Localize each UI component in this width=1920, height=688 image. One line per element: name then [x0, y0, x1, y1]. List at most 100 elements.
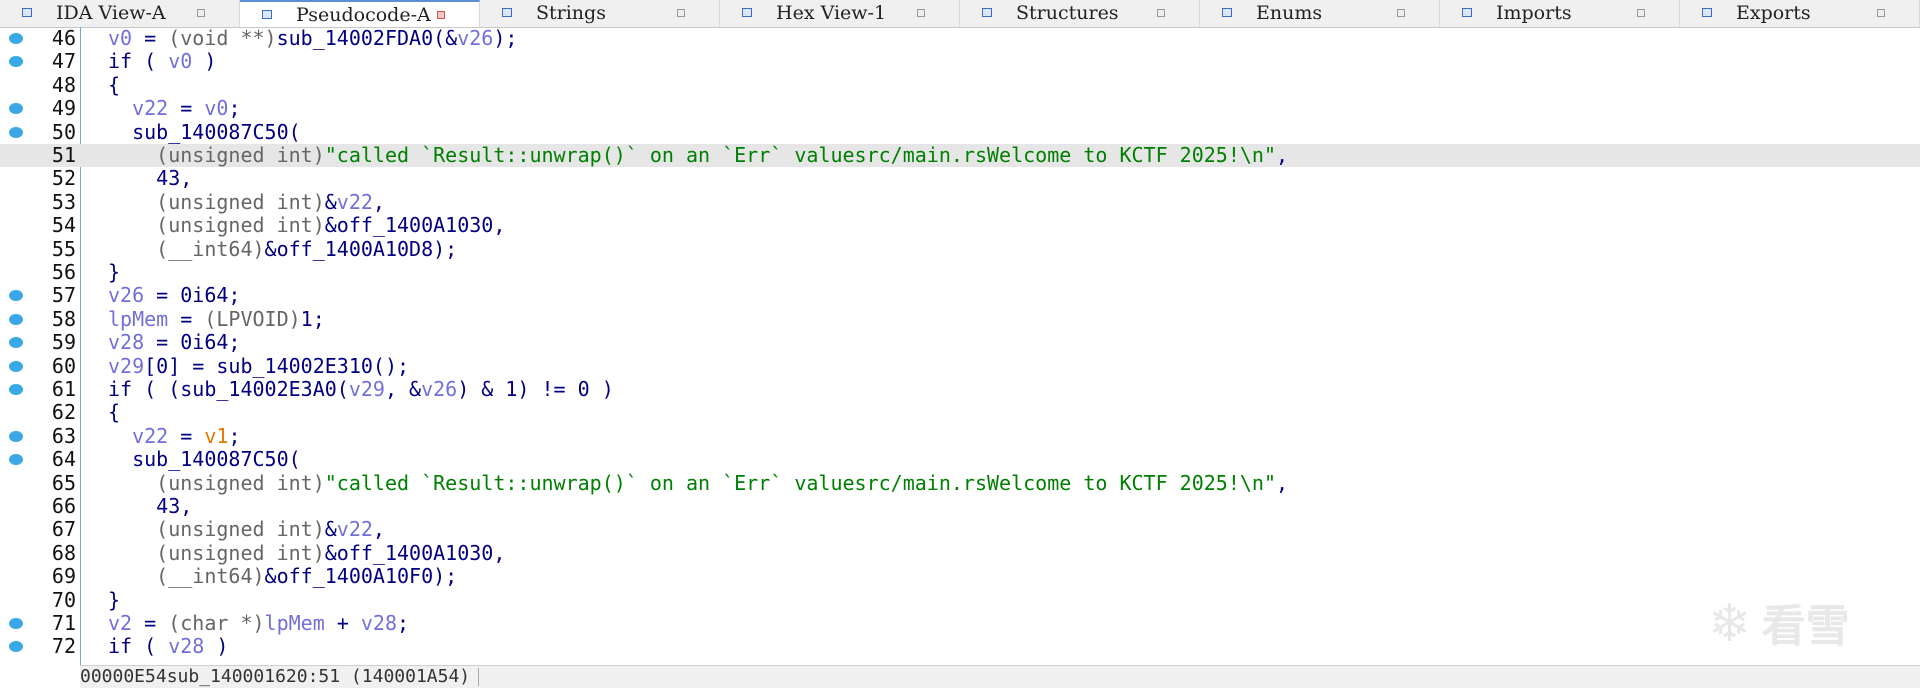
tab-close-icon[interactable]: [1637, 9, 1645, 17]
breakpoint-dot-icon[interactable]: [9, 290, 23, 302]
breakpoint-dot-icon[interactable]: [9, 126, 23, 138]
code-line[interactable]: 69 (__int64)&off_1400A10F0);: [0, 564, 1920, 588]
breakpoint-dot-icon[interactable]: [9, 56, 23, 68]
breakpoint-dot-icon[interactable]: [9, 313, 23, 325]
code-text: (__int64)&off_1400A10D8);: [108, 236, 457, 261]
code-line[interactable]: 61 if ( (sub_14002E3A0(v29, &v26) & 1) !=…: [0, 377, 1920, 401]
code-token[interactable]: v28: [108, 330, 144, 354]
breakpoint-dot-icon[interactable]: [9, 103, 23, 115]
code-token[interactable]: v0: [168, 49, 192, 73]
code-line[interactable]: 68 (unsigned int)&off_1400A1030,: [0, 540, 1920, 565]
breakpoint-dot-icon[interactable]: [9, 337, 23, 349]
line-number: 59: [51, 330, 76, 355]
tab-ida-view-a[interactable]: IDA View-A: [0, 0, 240, 27]
code-line[interactable]: 50 sub_140087C50(: [0, 120, 1920, 144]
line-number: 54: [51, 213, 76, 238]
tab-close-icon[interactable]: [1877, 9, 1885, 17]
code-line[interactable]: 67 (unsigned int)&v22,: [0, 517, 1920, 542]
tab-imports[interactable]: Imports: [1440, 0, 1680, 27]
code-token: {: [108, 72, 121, 97]
code-line[interactable]: 48 {: [0, 72, 1920, 97]
tab-close-icon[interactable]: [677, 9, 685, 17]
breakpoint-dot-icon[interactable]: [9, 430, 23, 442]
code-token[interactable]: v22: [132, 96, 168, 120]
tab-close-icon[interactable]: [1157, 9, 1165, 17]
tab-close-icon[interactable]: [1397, 9, 1405, 17]
code-line[interactable]: 57 v26 = 0i64;: [0, 283, 1920, 307]
code-token[interactable]: v29: [108, 354, 144, 378]
code-line[interactable]: 58 lpMem = (LPVOID)1;: [0, 306, 1920, 331]
code-line[interactable]: 66 43,: [0, 494, 1920, 518]
code-token: = 0i64;: [144, 330, 241, 355]
code-line[interactable]: 55 (__int64)&off_1400A10D8);: [0, 236, 1920, 261]
code-line[interactable]: 60 v29[0] = sub_14002E310();: [0, 354, 1920, 378]
tab-hex-view-1[interactable]: Hex View-1: [720, 0, 960, 27]
code-token[interactable]: v28: [168, 634, 204, 658]
code-token: (unsigned int): [156, 540, 325, 565]
code-token: );: [493, 27, 518, 50]
code-token[interactable]: v2: [108, 611, 132, 635]
tab-close-icon[interactable]: [917, 9, 925, 17]
code-line[interactable]: 63 v22 = v1;: [0, 423, 1920, 448]
code-line[interactable]: 71 v2 = (char *)lpMem + v28;: [0, 611, 1920, 635]
line-number: 67: [51, 517, 76, 542]
code-line[interactable]: 65 (unsigned int)"called `Result::unwrap…: [0, 470, 1920, 495]
code-line[interactable]: 47 if ( v0 ): [0, 49, 1920, 73]
code-line[interactable]: 52 43,: [0, 166, 1920, 190]
code-line[interactable]: 72 if ( v28 ): [0, 634, 1920, 659]
tab-label: IDA View-A: [56, 2, 166, 24]
tab-structures[interactable]: Structures: [960, 0, 1200, 27]
line-number: 49: [51, 96, 76, 121]
breakpoint-dot-icon[interactable]: [9, 641, 23, 653]
tab-window-icon: [502, 8, 512, 17]
pseudocode-view[interactable]: 46 v0 = (void **)sub_14002FDA0(&v26); 47 if…: [0, 27, 1920, 665]
tab-strings[interactable]: Strings: [480, 0, 720, 27]
tab-close-icon[interactable]: [437, 11, 445, 19]
code-token[interactable]: v26: [108, 283, 144, 307]
code-line[interactable]: 49 v22 = v0;: [0, 96, 1920, 121]
code-token[interactable]: v0: [108, 27, 132, 50]
code-token[interactable]: v28: [361, 611, 397, 635]
code-text: (unsigned int)&off_1400A1030,: [108, 213, 505, 237]
breakpoint-dot-icon[interactable]: [9, 33, 23, 44]
breakpoint-dot-icon[interactable]: [9, 360, 23, 372]
code-line[interactable]: 46 v0 = (void **)sub_14002FDA0(&v26);: [0, 27, 1920, 50]
code-line[interactable]: 59 v28 = 0i64;: [0, 330, 1920, 355]
tab-enums[interactable]: Enums: [1200, 0, 1440, 27]
code-text: sub_140087C50(: [108, 447, 301, 471]
code-token[interactable]: v0: [204, 96, 228, 120]
tab-close-icon[interactable]: [197, 9, 205, 17]
breakpoint-dot-icon[interactable]: [9, 618, 23, 629]
code-token[interactable]: v22: [132, 424, 168, 448]
code-token[interactable]: v26: [421, 377, 457, 401]
code-token[interactable]: v29: [349, 377, 385, 401]
code-token[interactable]: lpMem: [265, 611, 325, 635]
code-line[interactable]: 53 (unsigned int)&v22,: [0, 190, 1920, 214]
code-token: if (: [108, 634, 169, 659]
breakpoint-dot-icon[interactable]: [9, 454, 23, 466]
tab-window-icon: [742, 8, 752, 17]
breakpoint-dot-icon[interactable]: [9, 384, 23, 395]
line-number: 70: [51, 587, 76, 612]
code-token[interactable]: v22: [337, 190, 373, 214]
code-token[interactable]: lpMem: [108, 307, 168, 331]
code-line[interactable]: 64 sub_140087C50(: [0, 447, 1920, 471]
code-line[interactable]: 62 {: [0, 400, 1920, 424]
code-line[interactable]: 56}: [0, 260, 1920, 284]
tab-label: Pseudocode-A: [296, 4, 431, 26]
code-line[interactable]: 54 (unsigned int)&off_1400A1030,: [0, 213, 1920, 238]
code-token: (LPVOID): [204, 306, 301, 331]
line-number: 48: [51, 72, 76, 97]
tab-pseudocode-a[interactable]: Pseudocode-A: [240, 0, 480, 27]
line-number: 63: [51, 423, 76, 448]
code-text: sub_140087C50(: [108, 120, 301, 144]
code-token: (unsigned int): [156, 143, 325, 167]
code-line[interactable]: 51 (unsigned int)"called `Result::unwrap…: [0, 143, 1920, 168]
code-token: "called `Result::unwrap()` on an `Err` v…: [324, 470, 1276, 495]
tab-exports[interactable]: Exports: [1680, 0, 1920, 27]
code-token: (__int64): [156, 236, 265, 261]
code-token[interactable]: v22: [337, 517, 373, 541]
code-line[interactable]: 70}: [0, 587, 1920, 612]
code-token[interactable]: v26: [457, 27, 493, 50]
code-token[interactable]: v1: [204, 424, 228, 448]
